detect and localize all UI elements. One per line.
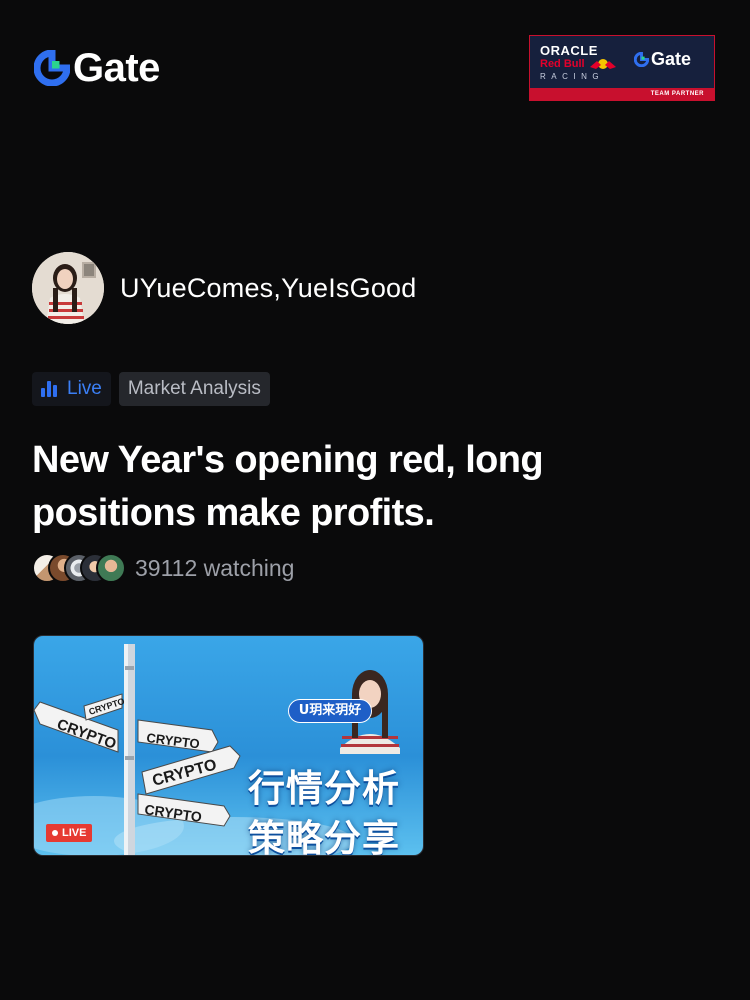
viewer-avatar xyxy=(96,553,126,583)
live-status-tag: Live xyxy=(32,372,111,406)
gate-logo[interactable]: Gate xyxy=(34,48,160,88)
partner-redbull-text: Red Bull xyxy=(540,58,585,70)
partner-strip: TEAM PARTNER xyxy=(530,88,714,100)
viewers-row: 39112 watching xyxy=(32,553,294,583)
live-bars-icon xyxy=(41,381,57,397)
gate-logo-icon xyxy=(634,51,649,67)
red-bull-icon xyxy=(590,59,616,69)
thumbnail-live-badge: LIVE xyxy=(46,824,93,842)
watching-number: 39112 xyxy=(135,554,198,581)
gate-logo-icon xyxy=(34,50,70,86)
viewer-avatars xyxy=(32,553,126,583)
watching-count: 39112 watching xyxy=(135,555,294,582)
thumbnail-headline-2: 策略分享 xyxy=(248,817,400,856)
stream-thumbnail[interactable]: CRYPTO CRYPTO CRYPTO CRYPTO CRYPTO U玥来玥好… xyxy=(33,635,424,856)
host-name[interactable]: UYueComes,YueIsGood xyxy=(120,273,416,304)
host-avatar[interactable] xyxy=(32,252,104,324)
stream-tags: Live Market Analysis xyxy=(32,372,270,406)
watching-label: watching xyxy=(203,554,295,581)
stream-title[interactable]: New Year's opening red, long positions m… xyxy=(32,434,712,540)
brand-name: Gate xyxy=(73,46,160,90)
thumbnail-headline-1: 行情分析 xyxy=(248,767,400,810)
partner-oracle-text: ORACLE xyxy=(540,43,598,58)
host-profile[interactable]: UYueComes,YueIsGood xyxy=(32,252,416,324)
live-dot-icon xyxy=(52,830,58,836)
partner-gate-text: Gate xyxy=(651,49,692,69)
stream-card: Gate ORACLE Red Bull RACING Gate TEAM PA… xyxy=(0,0,750,1000)
live-status-label: Live xyxy=(67,378,102,399)
partner-gate-logo: Gate xyxy=(634,50,691,68)
thumbnail-live-label: LIVE xyxy=(62,827,87,839)
thumbnail-host-label: U玥来玥好 xyxy=(288,699,372,723)
category-tag[interactable]: Market Analysis xyxy=(118,372,270,406)
partner-badge: ORACLE Red Bull RACING Gate TEAM PARTNER xyxy=(529,35,715,101)
partner-racing-text: RACING xyxy=(540,72,605,81)
host-avatar-image xyxy=(32,252,104,324)
